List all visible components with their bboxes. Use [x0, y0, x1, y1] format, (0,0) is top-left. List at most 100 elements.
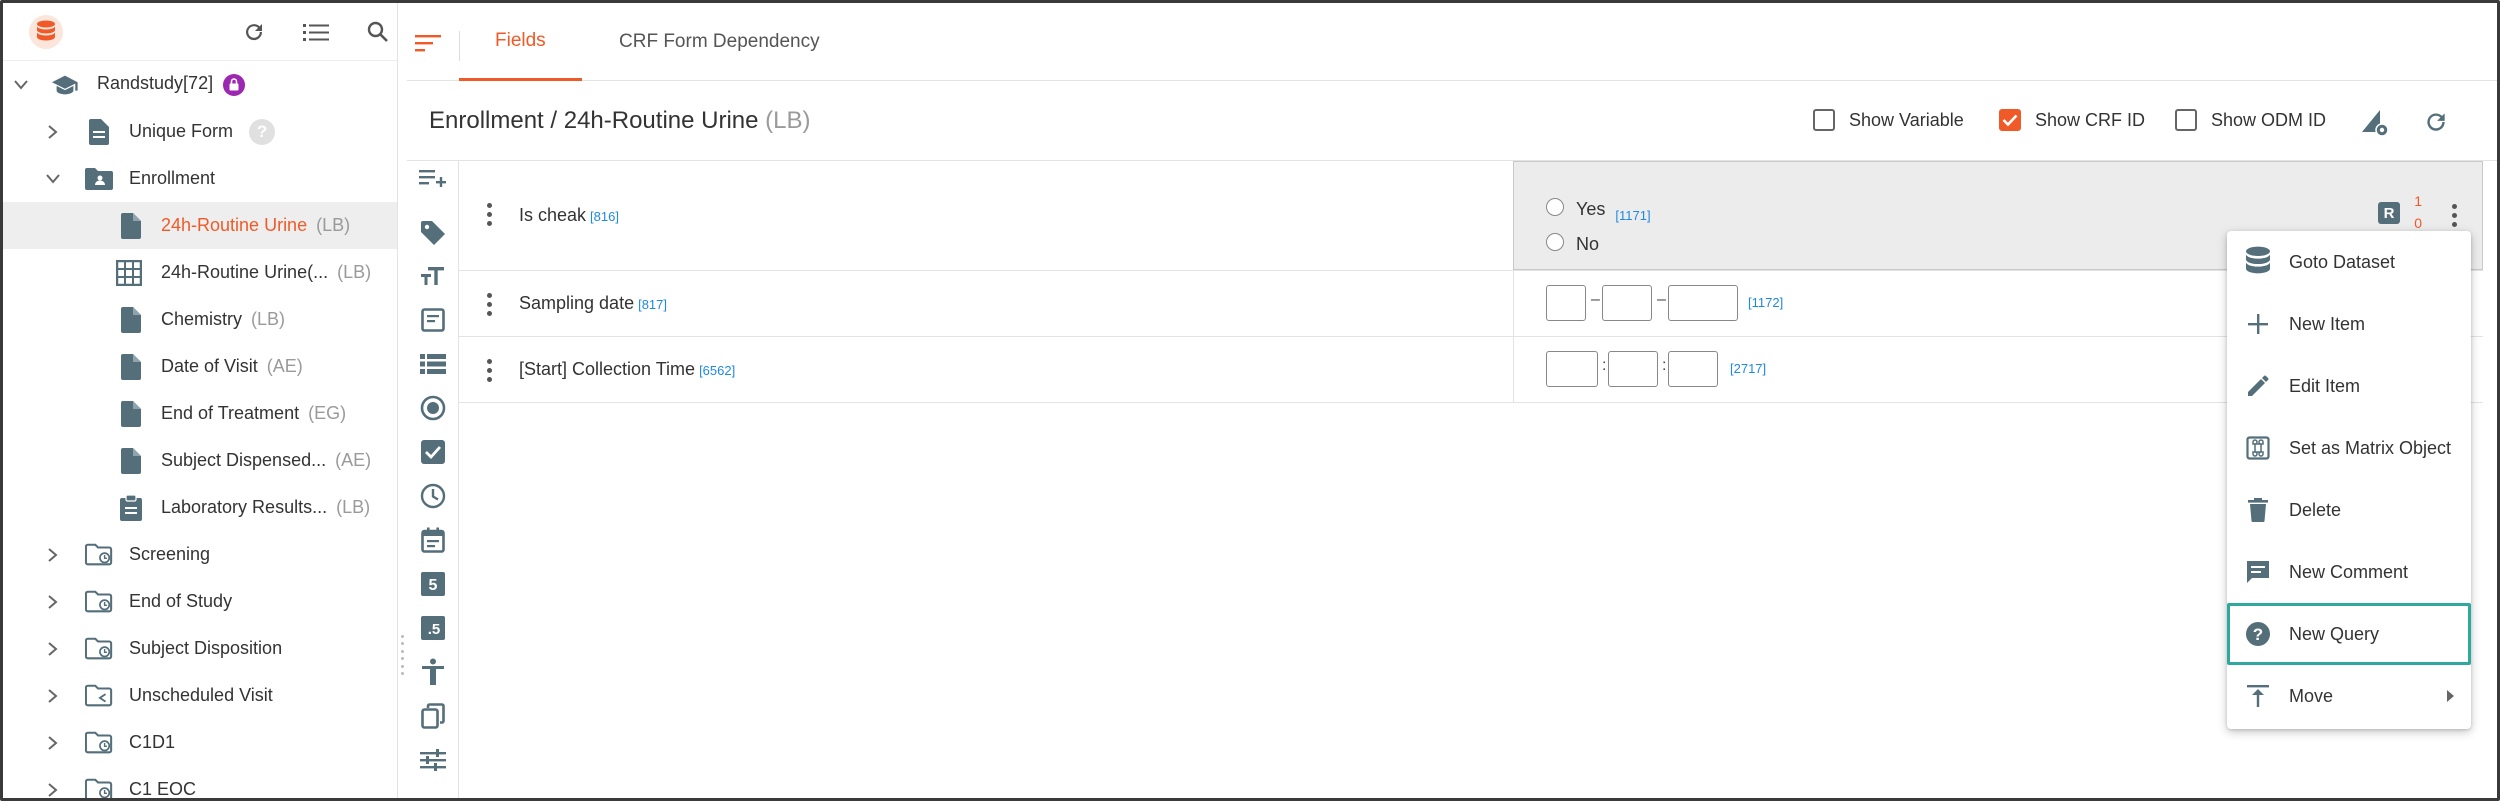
tree-item-c1-eoc[interactable]: C1 EOC: [3, 766, 397, 799]
checkbox-icon[interactable]: [418, 437, 448, 467]
graduation-cap-icon: [51, 71, 79, 99]
chevron-right-icon[interactable]: [43, 733, 63, 753]
menu-item-label: New Item: [2289, 313, 2366, 334]
text-size-icon[interactable]: [418, 261, 448, 291]
resize-handle[interactable]: [399, 635, 405, 675]
menu-item-new-query[interactable]: ? New Query: [2227, 603, 2471, 665]
tree-item-label: End of Study: [129, 591, 233, 611]
chevron-right-icon[interactable]: [43, 686, 63, 706]
radio-option-yes[interactable]: Yes [1171]: [1546, 190, 1651, 223]
filter-menu-icon[interactable]: [415, 33, 445, 55]
tree-item-enrollment[interactable]: Enrollment: [3, 155, 397, 202]
chevron-right-icon[interactable]: [43, 592, 63, 612]
tree-item-laboratory-results[interactable]: Laboratory Results... (LB): [3, 484, 397, 531]
help-icon[interactable]: ?: [249, 118, 276, 145]
chevron-down-icon[interactable]: [11, 75, 31, 95]
tree-item-label: End of Treatment: [161, 403, 300, 423]
tree-item-24h-routine-urine-matrix[interactable]: 24h-Routine Urine(... (LB): [3, 249, 397, 296]
kebab-menu-icon[interactable]: [485, 293, 493, 316]
tree-item-c1d1[interactable]: C1D1: [3, 719, 397, 766]
tree-item-24h-routine-urine[interactable]: 24h-Routine Urine (LB): [3, 202, 397, 249]
integer-field-icon[interactable]: 5: [418, 569, 448, 599]
radio-option-no[interactable]: No: [1546, 228, 1599, 255]
menu-item-edit-item[interactable]: Edit Item: [2227, 355, 2471, 417]
field-label: [Start] Collection Time: [519, 359, 696, 379]
tree-study-root[interactable]: Randstudy[72]: [3, 61, 397, 108]
tree-item-code: (LB): [316, 215, 351, 235]
chevron-right-icon[interactable]: [43, 545, 63, 565]
minute-input[interactable]: [1608, 351, 1658, 387]
checkbox-box[interactable]: [1813, 109, 1835, 131]
clock-icon[interactable]: [418, 481, 448, 511]
radio-button-icon[interactable]: [418, 393, 448, 423]
tree-item-label: 24h-Routine Urine(...: [161, 262, 329, 282]
chevron-right-icon[interactable]: [43, 780, 63, 799]
list-icon[interactable]: [418, 349, 448, 379]
month-input[interactable]: [1602, 285, 1652, 321]
list-view-icon[interactable]: [301, 17, 331, 47]
chevron-right-icon[interactable]: [43, 639, 63, 659]
year-input[interactable]: [1668, 285, 1738, 321]
sliders-icon[interactable]: [418, 745, 448, 775]
note-icon[interactable]: [418, 305, 448, 335]
study-name: Randstudy[72]: [97, 73, 214, 94]
menu-item-set-as-matrix-object[interactable]: Set as Matrix Object: [2227, 417, 2471, 479]
form-header: Enrollment / 24h-Routine Urine (LB) Show…: [407, 81, 2497, 161]
kebab-menu-icon[interactable]: [2450, 204, 2458, 227]
show-variable-checkbox[interactable]: Show Variable: [1813, 109, 1964, 131]
time-separator: :: [1602, 357, 1607, 374]
copy-icon[interactable]: [418, 701, 448, 731]
menu-item-move[interactable]: Move: [2227, 665, 2471, 727]
tree-item-end-of-study[interactable]: End of Study: [3, 578, 397, 625]
show-crf-id-checkbox[interactable]: Show CRF ID: [1999, 109, 2145, 131]
field-type-toolbar: 5 .5: [407, 161, 459, 798]
tab-crf-form-dependency[interactable]: CRF Form Dependency: [607, 3, 832, 81]
calendar-icon[interactable]: [418, 525, 448, 555]
field-id: [6562]: [699, 363, 736, 378]
tree-item-code: (AE): [266, 356, 303, 376]
accessibility-icon[interactable]: [418, 657, 448, 687]
day-input[interactable]: [1546, 285, 1586, 321]
tree-item-unique-form[interactable]: Unique Form?: [3, 108, 397, 155]
show-odm-id-checkbox[interactable]: Show ODM ID: [2175, 109, 2326, 131]
tree-item-label: Laboratory Results...: [161, 497, 328, 517]
menu-item-label: New Query: [2289, 623, 2380, 644]
second-input[interactable]: [1668, 351, 1718, 387]
search-icon[interactable]: [363, 17, 393, 47]
refresh-icon[interactable]: [2419, 105, 2453, 139]
refresh-icon[interactable]: [239, 17, 269, 47]
settings-brush-icon[interactable]: [2357, 105, 2391, 139]
tree-item-unscheduled-visit[interactable]: Unscheduled Visit: [3, 672, 397, 719]
tree-item-date-of-visit[interactable]: Date of Visit (AE): [3, 343, 397, 390]
hour-input[interactable]: [1546, 351, 1598, 387]
pencil-icon: [2241, 369, 2275, 403]
menu-item-delete[interactable]: Delete: [2227, 479, 2471, 541]
kebab-menu-icon[interactable]: [485, 359, 493, 382]
tree-item-subject-disposition[interactable]: Subject Disposition: [3, 625, 397, 672]
menu-item-new-comment[interactable]: New Comment: [2227, 541, 2471, 603]
comment-icon: [2241, 555, 2275, 589]
menu-item-goto-dataset[interactable]: Goto Dataset: [2227, 231, 2471, 293]
tree-item-end-of-treatment[interactable]: End of Treatment (EG): [3, 390, 397, 437]
svg-text:5: 5: [429, 577, 438, 594]
date-separator: –: [1657, 291, 1666, 308]
radio-button[interactable]: [1546, 232, 1564, 251]
page-title: Enrollment / 24h-Routine Urine (LB): [429, 107, 811, 135]
add-list-icon[interactable]: [418, 163, 448, 193]
decimal-field-icon[interactable]: .5: [418, 613, 448, 643]
radio-button[interactable]: [1546, 197, 1564, 216]
tag-icon[interactable]: [418, 218, 448, 248]
tab-fields[interactable]: Fields: [459, 3, 582, 81]
chevron-down-icon[interactable]: [43, 169, 63, 189]
kebab-menu-icon[interactable]: [485, 203, 493, 226]
checkbox-box[interactable]: [2175, 109, 2197, 131]
tree-item-chemistry[interactable]: Chemistry (LB): [3, 296, 397, 343]
tree-item-subject-dispensed[interactable]: Subject Dispensed... (AE): [3, 437, 397, 484]
menu-item-new-item[interactable]: New Item: [2227, 293, 2471, 355]
clipboard-icon: [117, 494, 145, 522]
tree-item-label: Subject Dispensed...: [161, 450, 327, 470]
checkbox-box[interactable]: [1999, 109, 2021, 131]
tree-item-screening[interactable]: Screening: [3, 531, 397, 578]
item-counts: 10: [2414, 190, 2422, 234]
chevron-right-icon[interactable]: [43, 122, 63, 142]
